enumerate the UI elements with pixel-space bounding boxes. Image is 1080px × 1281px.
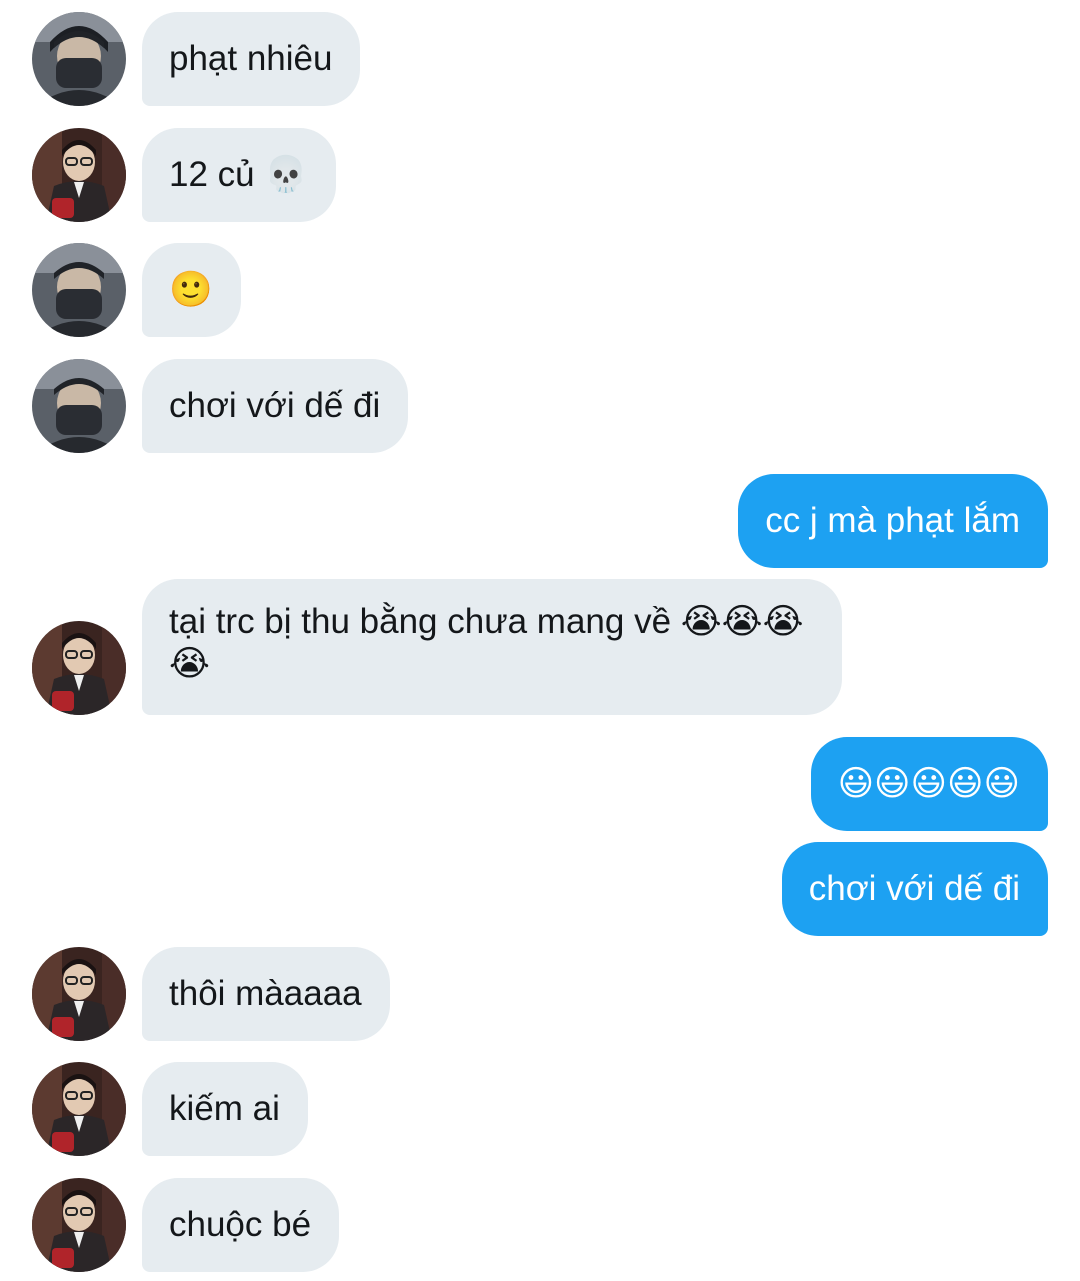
message-bubble[interactable]: chơi với dế đi [781, 842, 1048, 936]
message-bubble[interactable]: 12 củ 💀 [142, 128, 336, 222]
glasses-person-avatar-icon [32, 947, 126, 1041]
masked-person-avatar-icon [32, 359, 126, 453]
avatar-friend-b[interactable] [32, 621, 126, 715]
message-row-incoming: kiếm ai [0, 1062, 1080, 1156]
message-bubble[interactable]: thôi màaaaa [142, 947, 390, 1041]
message-row-incoming: tại trc bị thu bằng chưa mang về 😭😭😭😭 [0, 579, 1080, 715]
avatar-friend-b[interactable] [32, 947, 126, 1041]
masked-person-avatar-icon [32, 12, 126, 106]
message-row-outgoing: cc j mà phạt lắm [0, 474, 1080, 568]
avatar-friend-b[interactable] [32, 1178, 126, 1272]
message-bubble[interactable]: phạt nhiêu [142, 12, 361, 106]
message-row-incoming: chuộc bé [0, 1178, 1080, 1272]
masked-person-avatar-icon [32, 243, 126, 337]
message-bubble[interactable]: kiếm ai [142, 1062, 308, 1156]
avatar-friend-b[interactable] [32, 1062, 126, 1156]
avatar-friend-a[interactable] [32, 359, 126, 453]
message-bubble[interactable]: 🙂 [142, 243, 241, 337]
message-row-incoming: phạt nhiêu [0, 12, 1080, 106]
message-bubble[interactable]: tại trc bị thu bằng chưa mang về 😭😭😭😭 [142, 579, 842, 715]
glasses-person-avatar-icon [32, 1062, 126, 1156]
message-row-incoming: 🙂 [0, 243, 1080, 337]
message-bubble[interactable]: 😃😃😃😃😃 [810, 737, 1048, 831]
message-bubble[interactable]: chuộc bé [142, 1178, 340, 1272]
glasses-person-avatar-icon [32, 621, 126, 715]
message-row-outgoing: chơi với dế đi [0, 842, 1080, 936]
message-bubble[interactable]: cc j mà phạt lắm [738, 474, 1048, 568]
message-row-incoming: chơi với dế đi [0, 359, 1080, 453]
avatar-friend-b[interactable] [32, 128, 126, 222]
avatar-friend-a[interactable] [32, 12, 126, 106]
message-row-incoming: thôi màaaaa [0, 947, 1080, 1041]
glasses-person-avatar-icon [32, 128, 126, 222]
message-row-outgoing: 😃😃😃😃😃 [0, 737, 1080, 831]
message-bubble[interactable]: chơi với dế đi [142, 359, 409, 453]
message-row-incoming: 12 củ 💀 [0, 128, 1080, 222]
glasses-person-avatar-icon [32, 1178, 126, 1272]
avatar-friend-a[interactable] [32, 243, 126, 337]
